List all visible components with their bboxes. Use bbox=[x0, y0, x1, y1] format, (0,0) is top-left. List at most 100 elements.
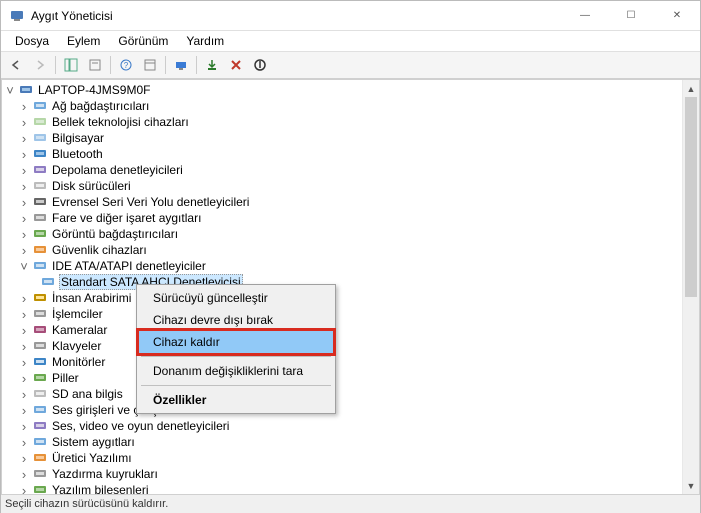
device-category-icon bbox=[32, 146, 48, 162]
device-tree[interactable]: ˅LAPTOP-4JMS9M0F›Ağ bağdaştırıcıları›Bel… bbox=[2, 80, 682, 494]
tree-category[interactable]: ›Ses girişleri ve çıkışları bbox=[2, 402, 682, 418]
uninstall-icon[interactable] bbox=[225, 54, 247, 76]
expand-icon[interactable]: › bbox=[16, 164, 32, 177]
expand-icon[interactable]: › bbox=[16, 452, 32, 465]
scroll-down-button[interactable]: ▼ bbox=[683, 477, 699, 494]
expand-icon[interactable]: › bbox=[16, 292, 32, 305]
expand-icon[interactable]: › bbox=[16, 196, 32, 209]
menu-help[interactable]: Yardım bbox=[178, 32, 232, 50]
tree-category[interactable]: ›Ağ bağdaştırıcıları bbox=[2, 98, 682, 114]
scroll-up-button[interactable]: ▲ bbox=[683, 80, 699, 97]
close-button[interactable]: ✕ bbox=[654, 1, 700, 30]
expand-icon[interactable]: › bbox=[16, 116, 32, 129]
expand-icon[interactable]: › bbox=[16, 212, 32, 225]
tree-category[interactable]: ›Monitörler bbox=[2, 354, 682, 370]
show-hide-tree-button[interactable] bbox=[60, 54, 82, 76]
menu-view[interactable]: Görünüm bbox=[110, 32, 176, 50]
tree-root[interactable]: ˅LAPTOP-4JMS9M0F bbox=[2, 82, 682, 98]
tree-category[interactable]: › Bilgisayar bbox=[2, 130, 682, 146]
tree-category[interactable]: ›Evrensel Seri Veri Yolu denetleyicileri bbox=[2, 194, 682, 210]
tree-category[interactable]: ›Sistem aygıtları bbox=[2, 434, 682, 450]
collapse-icon[interactable]: ˅ bbox=[2, 84, 18, 97]
tree-category[interactable]: ›Yazılım bileşenleri bbox=[2, 482, 682, 494]
forward-button[interactable] bbox=[29, 54, 51, 76]
ctx-scan-hardware[interactable]: Donanım değişikliklerini tara bbox=[139, 360, 333, 382]
expand-icon[interactable]: › bbox=[16, 356, 32, 369]
vertical-scrollbar[interactable]: ▲ ▼ bbox=[682, 80, 699, 494]
expand-icon[interactable]: › bbox=[16, 148, 32, 161]
tree-category[interactable]: ˅ IDE ATA/ATAPI denetleyiciler bbox=[2, 258, 682, 274]
maximize-button[interactable]: ☐ bbox=[608, 1, 654, 30]
tree-category[interactable]: ›Depolama denetleyicileri bbox=[2, 162, 682, 178]
tree-category[interactable]: ›Klavyeler bbox=[2, 338, 682, 354]
tree-category[interactable]: ›Bluetooth bbox=[2, 146, 682, 162]
expand-icon[interactable]: › bbox=[16, 180, 32, 193]
properties-icon[interactable] bbox=[84, 54, 106, 76]
menu-action[interactable]: Eylem bbox=[59, 32, 108, 50]
app-icon bbox=[9, 8, 25, 24]
ctx-disable-device[interactable]: Cihazı devre dışı bırak bbox=[139, 309, 333, 331]
expand-icon[interactable]: › bbox=[16, 404, 32, 417]
tree-category[interactable]: ›Üretici Yazılımı bbox=[2, 450, 682, 466]
action-icon[interactable] bbox=[139, 54, 161, 76]
menubar: Dosya Eylem Görünüm Yardım bbox=[1, 31, 700, 51]
tree-category[interactable]: › Görüntü bağdaştırıcıları bbox=[2, 226, 682, 242]
tree-category[interactable]: ›İşlemciler bbox=[2, 306, 682, 322]
expand-icon[interactable]: › bbox=[16, 388, 32, 401]
device-category-icon bbox=[32, 242, 48, 258]
tree-category[interactable]: ›Kameralar bbox=[2, 322, 682, 338]
device-category-icon bbox=[32, 466, 48, 482]
ctx-separator bbox=[141, 356, 331, 357]
expand-icon[interactable]: › bbox=[16, 308, 32, 321]
collapse-icon[interactable]: ˅ bbox=[16, 260, 32, 273]
expand-icon[interactable]: › bbox=[16, 468, 32, 481]
tree-device-selected[interactable]: Standart SATA AHCI Denetleyicisi bbox=[2, 274, 682, 290]
tree-category-label: Bilgisayar bbox=[51, 131, 105, 145]
update-driver-icon[interactable] bbox=[201, 54, 223, 76]
expand-icon[interactable]: › bbox=[16, 132, 32, 145]
device-category-icon bbox=[32, 130, 48, 146]
toolbar-separator bbox=[165, 56, 166, 74]
device-category-icon bbox=[32, 114, 48, 130]
tree-category[interactable]: ›Piller bbox=[2, 370, 682, 386]
menu-file[interactable]: Dosya bbox=[7, 32, 57, 50]
help-icon[interactable]: ? bbox=[115, 54, 137, 76]
tree-category[interactable]: ›Güvenlik cihazları bbox=[2, 242, 682, 258]
tree-category[interactable]: › Yazdırma kuyrukları bbox=[2, 466, 682, 482]
toolbar: ? bbox=[1, 51, 700, 79]
back-button[interactable] bbox=[5, 54, 27, 76]
ctx-update-driver[interactable]: Sürücüyü güncelleştir bbox=[139, 287, 333, 309]
minimize-button[interactable]: — bbox=[562, 1, 608, 30]
device-category-icon bbox=[32, 434, 48, 450]
expand-icon[interactable]: › bbox=[16, 484, 32, 495]
tree-category-label: IDE ATA/ATAPI denetleyiciler bbox=[51, 259, 207, 273]
tree-category-label: Yazdırma kuyrukları bbox=[51, 467, 159, 481]
tree-category[interactable]: ›SD ana bilgis bbox=[2, 386, 682, 402]
scan-hardware-icon[interactable] bbox=[170, 54, 192, 76]
context-menu: Sürücüyü güncelleştir Cihazı devre dışı … bbox=[136, 284, 336, 414]
scroll-thumb[interactable] bbox=[685, 97, 697, 297]
tree-category[interactable]: ›Ses, video ve oyun denetleyicileri bbox=[2, 418, 682, 434]
tree-category[interactable]: ›Fare ve diğer işaret aygıtları bbox=[2, 210, 682, 226]
device-category-icon bbox=[32, 194, 48, 210]
tree-category[interactable]: ›Disk sürücüleri bbox=[2, 178, 682, 194]
tree-category[interactable]: ›Bellek teknolojisi cihazları bbox=[2, 114, 682, 130]
controller-icon bbox=[40, 274, 56, 290]
tree-category[interactable]: ›İnsan Arabirimi bbox=[2, 290, 682, 306]
ctx-properties[interactable]: Özellikler bbox=[139, 389, 333, 411]
tree-category-label: Görüntü bağdaştırıcıları bbox=[51, 227, 179, 241]
window-controls: — ☐ ✕ bbox=[562, 1, 700, 30]
expand-icon[interactable]: › bbox=[16, 340, 32, 353]
svg-text:?: ? bbox=[124, 61, 129, 70]
expand-icon[interactable]: › bbox=[16, 420, 32, 433]
ctx-uninstall-device[interactable]: Cihazı kaldır bbox=[139, 331, 333, 353]
expand-icon[interactable]: › bbox=[16, 324, 32, 337]
expand-icon[interactable]: › bbox=[16, 228, 32, 241]
device-category-icon bbox=[32, 178, 48, 194]
expand-icon[interactable]: › bbox=[16, 100, 32, 113]
expand-icon[interactable]: › bbox=[16, 372, 32, 385]
disable-icon[interactable] bbox=[249, 54, 271, 76]
expand-icon[interactable]: › bbox=[16, 436, 32, 449]
expand-icon[interactable]: › bbox=[16, 244, 32, 257]
device-category-icon bbox=[32, 354, 48, 370]
